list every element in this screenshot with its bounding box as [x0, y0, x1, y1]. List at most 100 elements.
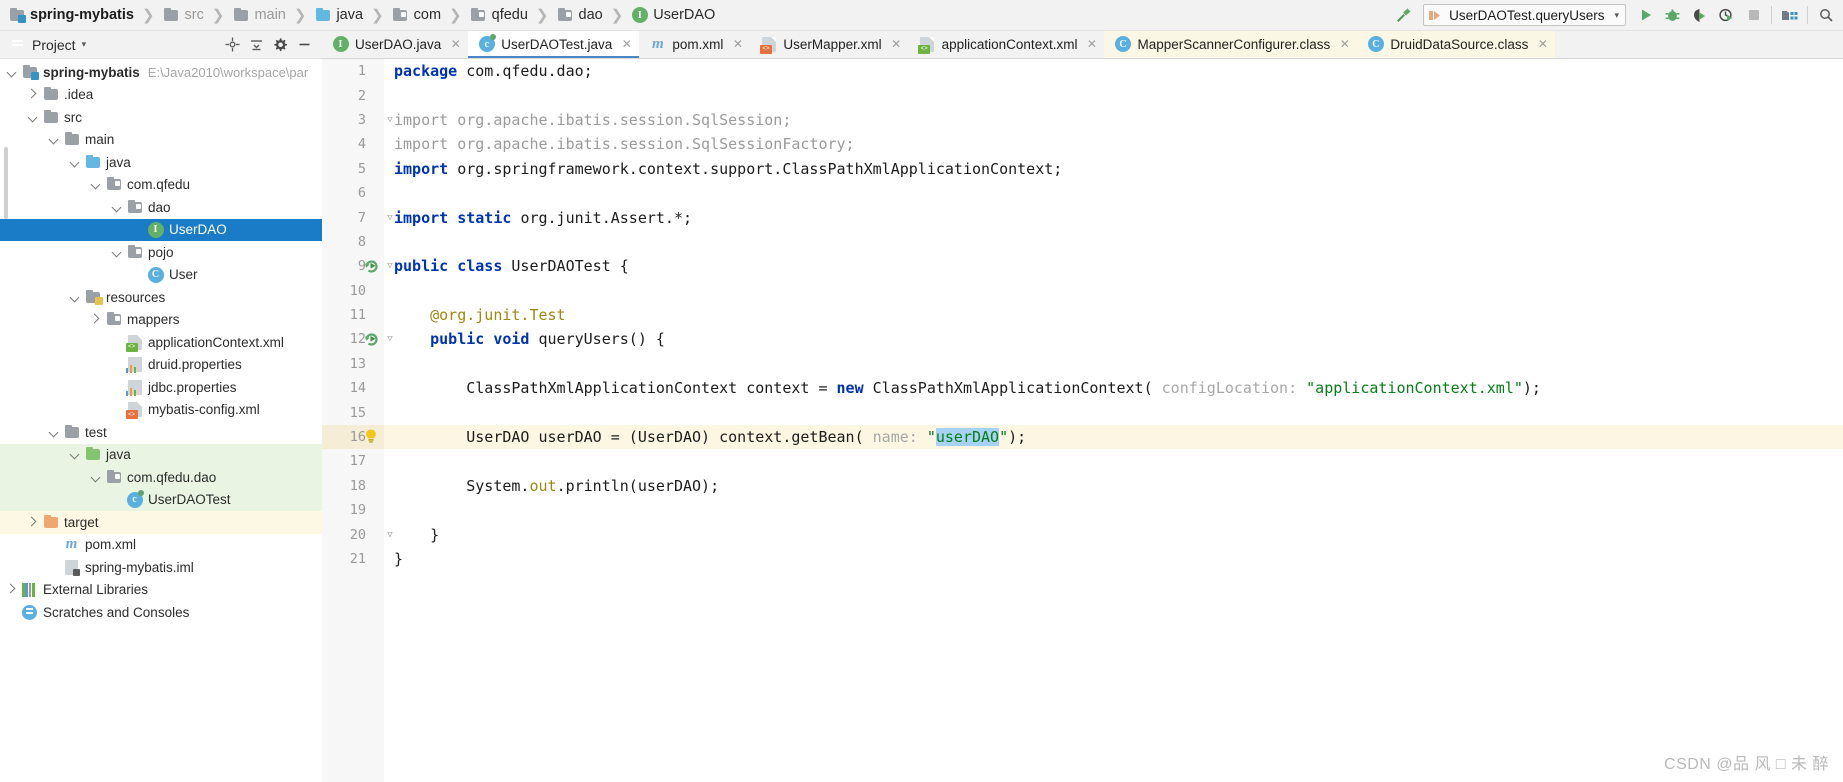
tree-node-com-qfedu[interactable]: com.qfedu	[0, 174, 322, 197]
close-icon[interactable]: ✕	[731, 37, 744, 51]
code-line[interactable]: 16 UserDAO userDAO = (UserDAO) context.g…	[322, 424, 1843, 450]
code-line[interactable]: 20 ▽ }	[322, 522, 1843, 547]
intention-bulb-icon[interactable]	[362, 427, 380, 445]
chevron-down-icon[interactable]	[111, 201, 124, 214]
tree-node-user[interactable]: C User	[0, 264, 322, 287]
close-icon[interactable]: ✕	[890, 37, 903, 51]
code-line[interactable]: 14 ClassPathXmlApplicationContext contex…	[322, 376, 1843, 401]
editor-tab-applicationcontext-xml[interactable]: <> applicationContext.xml ✕	[909, 31, 1105, 58]
editor-tab-userdao-java[interactable]: I UserDAO.java ✕	[322, 31, 468, 58]
selected-token[interactable]: userDAO	[935, 428, 1000, 447]
chevron-down-icon[interactable]	[90, 178, 103, 191]
code-fold-icon[interactable]: ▽	[384, 254, 396, 278]
chevron-right-icon[interactable]	[6, 583, 19, 596]
breadcrumb-item-java[interactable]: java	[314, 0, 363, 31]
code-line[interactable]: 21}	[322, 546, 1843, 572]
tree-node-druid-properties[interactable]: druid.properties	[0, 354, 322, 377]
collapse-all-icon[interactable]	[244, 33, 268, 57]
editor-tab-usermapper-xml[interactable]: <> UserMapper.xml ✕	[750, 31, 908, 58]
chevron-down-icon[interactable]	[111, 246, 124, 259]
run-test-icon[interactable]	[362, 256, 380, 274]
code-line[interactable]: 9 ▽ public class UserDAOTest {	[322, 254, 1843, 279]
chevron-right-icon[interactable]	[90, 313, 103, 326]
scroll-from-source-icon[interactable]	[220, 33, 244, 57]
code-line[interactable]: 2	[322, 83, 1843, 108]
tree-node--idea[interactable]: .idea	[0, 84, 322, 107]
breadcrumb-item-spring-mybatis[interactable]: spring-mybatis	[8, 0, 134, 31]
code-line[interactable]: 8	[322, 229, 1843, 255]
code-line[interactable]: 15	[322, 400, 1843, 425]
breadcrumb-item-main[interactable]: main	[232, 0, 286, 31]
chevron-down-icon[interactable]	[48, 426, 61, 439]
code-line[interactable]: 4 import org.apache.ibatis.session.SqlSes…	[322, 132, 1843, 157]
code-line[interactable]: 5 import org.springframework.context.supp…	[322, 156, 1843, 181]
tree-node-mybatis-config-xml[interactable]: <> mybatis-config.xml	[0, 399, 322, 422]
code-line[interactable]: 19	[322, 498, 1843, 523]
minimize-icon[interactable]	[292, 33, 316, 57]
tree-node-main[interactable]: main	[0, 129, 322, 152]
breadcrumb-item-com[interactable]: com	[392, 0, 441, 31]
tree-node-src[interactable]: src	[0, 106, 322, 129]
tree-node-scratches-and-consoles[interactable]: Scratches and Consoles	[0, 601, 322, 624]
editor-tab-druiddatasource-class[interactable]: C DruidDataSource.class ✕	[1357, 31, 1556, 58]
code-line[interactable]: 10	[322, 278, 1843, 303]
chevron-down-icon[interactable]	[48, 133, 61, 146]
chevron-down-icon[interactable]	[69, 291, 82, 304]
project-structure-button[interactable]	[1776, 2, 1803, 29]
code-line[interactable]: 6	[322, 180, 1843, 206]
tree-node-applicationcontext-xml[interactable]: <> applicationContext.xml	[0, 331, 322, 354]
code-fold-icon[interactable]: ▽	[384, 522, 396, 546]
code-line[interactable]: 13	[322, 351, 1843, 377]
search-everywhere-icon[interactable]	[1812, 2, 1839, 29]
editor-tab-mapperscannerconfigurer-class[interactable]: C MapperScannerConfigurer.class ✕	[1104, 31, 1358, 58]
tree-node-com-qfedu-dao[interactable]: com.qfedu.dao	[0, 466, 322, 489]
editor-tab-pom-xml[interactable]: m pom.xml ✕	[639, 31, 750, 58]
tree-node-test[interactable]: test	[0, 421, 322, 444]
tree-node-external-libraries[interactable]: External Libraries	[0, 579, 322, 602]
tree-node-userdao[interactable]: I UserDAO	[0, 218, 322, 241]
editor-tab-bar[interactable]: I UserDAO.java ✕ c UserDAOTest.java ✕ m pom.xml…	[322, 31, 1843, 59]
tree-node-pom-xml[interactable]: m pom.xml	[0, 534, 322, 557]
chevron-down-icon[interactable]	[69, 448, 82, 461]
code-line[interactable]: 11 @org.junit.Test	[322, 302, 1843, 328]
run-button[interactable]	[1632, 2, 1659, 29]
breadcrumb-item-qfedu[interactable]: qfedu	[470, 0, 528, 31]
code-area[interactable]: 1 package com.qfedu.dao; 2 3 ▽ import org.apa…	[322, 59, 1843, 782]
code-fold-icon[interactable]: ▽	[384, 327, 396, 351]
close-icon[interactable]: ✕	[1536, 37, 1549, 51]
tree-node-spring-mybatis[interactable]: spring-mybatis E:\Java2010\workspace\par	[0, 61, 322, 84]
tree-node-userdaotest[interactable]: c UserDAOTest	[0, 488, 322, 511]
editor-tab-userdaotest-java[interactable]: c UserDAOTest.java ✕	[468, 31, 640, 58]
project-tree[interactable]: spring-mybatis E:\Java2010\workspace\par.…	[0, 59, 322, 782]
chevron-down-icon[interactable]	[90, 471, 103, 484]
code-fold-icon[interactable]: ▽	[384, 205, 396, 229]
tree-node-java[interactable]: java	[0, 151, 322, 174]
run-configuration-selector[interactable]: UserDAOTest.queryUsers ▾	[1423, 4, 1626, 26]
tree-node-mappers[interactable]: mappers	[0, 309, 322, 332]
code-line[interactable]: 12 ▽ public void queryUsers() {	[322, 327, 1843, 352]
breadcrumb-item-dao[interactable]: dao	[557, 0, 603, 31]
code-line[interactable]: 17	[322, 449, 1843, 474]
build-hammer-icon[interactable]	[1389, 2, 1417, 28]
profile-button[interactable]	[1713, 2, 1740, 29]
code-line[interactable]: 7 ▽ import static org.junit.Assert.*;	[322, 205, 1843, 230]
code-line[interactable]: 1 package com.qfedu.dao;	[322, 59, 1843, 84]
code-editor[interactable]: 1 package com.qfedu.dao; 2 3 ▽ import org.apa…	[322, 59, 1843, 782]
breadcrumb-item-src[interactable]: src	[163, 0, 204, 31]
code-line[interactable]: 3 ▽ import org.apache.ibatis.session.SqlSe…	[322, 107, 1843, 133]
chevron-down-icon[interactable]	[6, 66, 19, 79]
tree-node-java[interactable]: java	[0, 443, 322, 466]
tree-node-spring-mybatis-iml[interactable]: spring-mybatis.iml	[0, 556, 322, 579]
chevron-right-icon[interactable]	[27, 516, 40, 529]
tree-node-dao[interactable]: dao	[0, 196, 322, 219]
tree-node-resources[interactable]: resources	[0, 286, 322, 309]
chevron-down-icon[interactable]	[27, 111, 40, 124]
chevron-right-icon[interactable]	[27, 88, 40, 101]
close-icon[interactable]: ✕	[1338, 37, 1351, 51]
breadcrumb-item-userdao[interactable]: I UserDAO	[631, 0, 715, 31]
close-icon[interactable]: ✕	[449, 37, 462, 51]
close-icon[interactable]: ✕	[620, 37, 633, 51]
tree-node-jdbc-properties[interactable]: jdbc.properties	[0, 376, 322, 399]
chevron-down-icon[interactable]: ▾	[82, 39, 87, 50]
chevron-down-icon[interactable]	[69, 156, 82, 169]
